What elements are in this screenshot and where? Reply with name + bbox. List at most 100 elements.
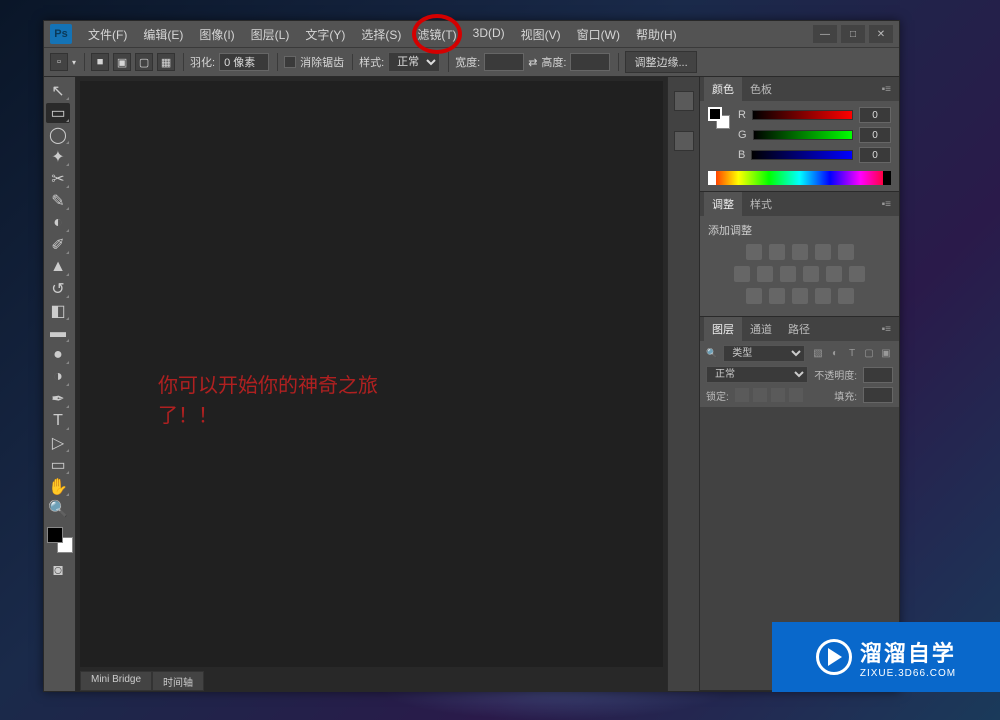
menu-file[interactable]: 文件(F) bbox=[80, 22, 135, 47]
intersect-selection-icon[interactable]: ▦ bbox=[157, 53, 175, 71]
menu-select[interactable]: 选择(S) bbox=[353, 22, 409, 47]
filter-type-icon[interactable]: T bbox=[845, 347, 859, 361]
r-input[interactable] bbox=[859, 107, 891, 123]
eyedropper-tool[interactable]: ✎ bbox=[46, 191, 70, 211]
collapsed-panel-icon-1[interactable] bbox=[674, 91, 694, 111]
zoom-tool[interactable]: 🔍 bbox=[46, 499, 70, 519]
marquee-tool[interactable]: ▭ bbox=[46, 103, 70, 123]
blur-tool[interactable]: ● bbox=[46, 345, 70, 365]
channel-mixer-icon[interactable] bbox=[826, 266, 842, 282]
vibrance-icon[interactable] bbox=[838, 244, 854, 260]
add-selection-icon[interactable]: ▣ bbox=[113, 53, 131, 71]
posterize-icon[interactable] bbox=[769, 288, 785, 304]
levels-icon[interactable] bbox=[769, 244, 785, 260]
panel-menu-icon[interactable]: ▪≡ bbox=[878, 84, 895, 95]
photo-filter-icon[interactable] bbox=[803, 266, 819, 282]
path-selection-tool[interactable]: ▷ bbox=[46, 433, 70, 453]
g-input[interactable] bbox=[859, 127, 891, 143]
foreground-color-icon[interactable] bbox=[47, 527, 63, 543]
canvas-viewport[interactable]: 你可以开始你的神奇之旅 了！！ bbox=[80, 81, 663, 667]
panel-menu-icon[interactable]: ▪≡ bbox=[878, 199, 895, 210]
filter-shape-icon[interactable]: ▢ bbox=[862, 347, 876, 361]
chevron-down-icon[interactable]: ▾ bbox=[72, 58, 76, 67]
threshold-icon[interactable] bbox=[792, 288, 808, 304]
height-input[interactable] bbox=[570, 53, 610, 71]
invert-icon[interactable] bbox=[746, 288, 762, 304]
gradient-map-icon[interactable] bbox=[815, 288, 831, 304]
feather-input[interactable] bbox=[219, 53, 269, 71]
dodge-tool[interactable]: ◑ bbox=[46, 367, 70, 387]
tab-swatches[interactable]: 色板 bbox=[742, 77, 780, 101]
color-chip[interactable] bbox=[708, 107, 730, 129]
tab-styles[interactable]: 样式 bbox=[742, 192, 780, 216]
swap-icon[interactable]: ⇄ bbox=[528, 56, 537, 69]
r-slider[interactable] bbox=[752, 110, 853, 120]
color-balance-icon[interactable] bbox=[757, 266, 773, 282]
tab-color[interactable]: 颜色 bbox=[704, 77, 742, 101]
tab-channels[interactable]: 通道 bbox=[742, 317, 780, 341]
filter-pixel-icon[interactable]: ▧ bbox=[811, 347, 825, 361]
brightness-icon[interactable] bbox=[746, 244, 762, 260]
filter-adjust-icon[interactable]: ◐ bbox=[828, 347, 842, 361]
quick-mask-tool[interactable]: ◙ bbox=[46, 561, 70, 581]
lock-all-icon[interactable] bbox=[789, 388, 803, 402]
lock-image-icon[interactable] bbox=[753, 388, 767, 402]
shape-tool[interactable]: ▭ bbox=[46, 455, 70, 475]
menu-window[interactable]: 窗口(W) bbox=[569, 22, 628, 47]
eraser-tool[interactable]: ◧ bbox=[46, 301, 70, 321]
tool-preset-icon[interactable]: ▫ bbox=[50, 53, 68, 71]
menu-3d[interactable]: 3D(D) bbox=[465, 22, 513, 47]
exposure-icon[interactable] bbox=[815, 244, 831, 260]
type-tool[interactable]: T bbox=[46, 411, 70, 431]
menu-filter[interactable]: 滤镜(T) bbox=[409, 22, 464, 47]
hue-icon[interactable] bbox=[734, 266, 750, 282]
tab-mini-bridge[interactable]: Mini Bridge bbox=[80, 671, 152, 691]
gradient-tool[interactable]: ▬ bbox=[46, 323, 70, 343]
brush-tool[interactable]: ✐ bbox=[46, 235, 70, 255]
close-button[interactable]: ✕ bbox=[869, 25, 893, 43]
bw-icon[interactable] bbox=[780, 266, 796, 282]
subtract-selection-icon[interactable]: ▢ bbox=[135, 53, 153, 71]
tab-layers[interactable]: 图层 bbox=[704, 317, 742, 341]
crop-tool[interactable]: ✂ bbox=[46, 169, 70, 189]
filter-type-select[interactable]: 类型 bbox=[723, 345, 805, 362]
b-input[interactable] bbox=[859, 147, 891, 163]
maximize-button[interactable]: □ bbox=[841, 25, 865, 43]
tab-paths[interactable]: 路径 bbox=[780, 317, 818, 341]
menu-layer[interactable]: 图层(L) bbox=[243, 22, 298, 47]
width-input[interactable] bbox=[484, 53, 524, 71]
blend-mode-select[interactable]: 正常 bbox=[706, 366, 808, 383]
magic-wand-tool[interactable]: ✦ bbox=[46, 147, 70, 167]
color-lookup-icon[interactable] bbox=[849, 266, 865, 282]
menu-edit[interactable]: 编辑(E) bbox=[135, 22, 191, 47]
menu-view[interactable]: 视图(V) bbox=[513, 22, 569, 47]
menu-help[interactable]: 帮助(H) bbox=[628, 22, 685, 47]
minimize-button[interactable]: — bbox=[813, 25, 837, 43]
healing-brush-tool[interactable]: ◐ bbox=[46, 213, 70, 233]
opacity-input[interactable] bbox=[863, 367, 893, 383]
g-slider[interactable] bbox=[753, 130, 853, 140]
tab-timeline[interactable]: 时间轴 bbox=[152, 671, 204, 691]
stamp-tool[interactable]: ▲ bbox=[46, 257, 70, 277]
color-swatch[interactable] bbox=[47, 527, 73, 553]
menu-image[interactable]: 图像(I) bbox=[191, 22, 242, 47]
refine-edge-button[interactable]: 调整边缘... bbox=[625, 51, 696, 73]
style-select[interactable]: 正常 bbox=[388, 52, 440, 72]
pen-tool[interactable]: ✒ bbox=[46, 389, 70, 409]
curves-icon[interactable] bbox=[792, 244, 808, 260]
hand-tool[interactable]: ✋ bbox=[46, 477, 70, 497]
tab-adjustments[interactable]: 调整 bbox=[704, 192, 742, 216]
color-spectrum[interactable] bbox=[708, 171, 891, 185]
antialias-checkbox[interactable] bbox=[284, 56, 296, 68]
b-slider[interactable] bbox=[751, 150, 853, 160]
history-brush-tool[interactable]: ↺ bbox=[46, 279, 70, 299]
filter-smart-icon[interactable]: ▣ bbox=[879, 347, 893, 361]
new-selection-icon[interactable]: ■ bbox=[91, 53, 109, 71]
selective-color-icon[interactable] bbox=[838, 288, 854, 304]
fill-input[interactable] bbox=[863, 387, 893, 403]
lock-transparency-icon[interactable] bbox=[735, 388, 749, 402]
lock-position-icon[interactable] bbox=[771, 388, 785, 402]
move-tool[interactable]: ↖ bbox=[46, 81, 70, 101]
lasso-tool[interactable]: ◯ bbox=[46, 125, 70, 145]
panel-menu-icon[interactable]: ▪≡ bbox=[878, 324, 895, 335]
